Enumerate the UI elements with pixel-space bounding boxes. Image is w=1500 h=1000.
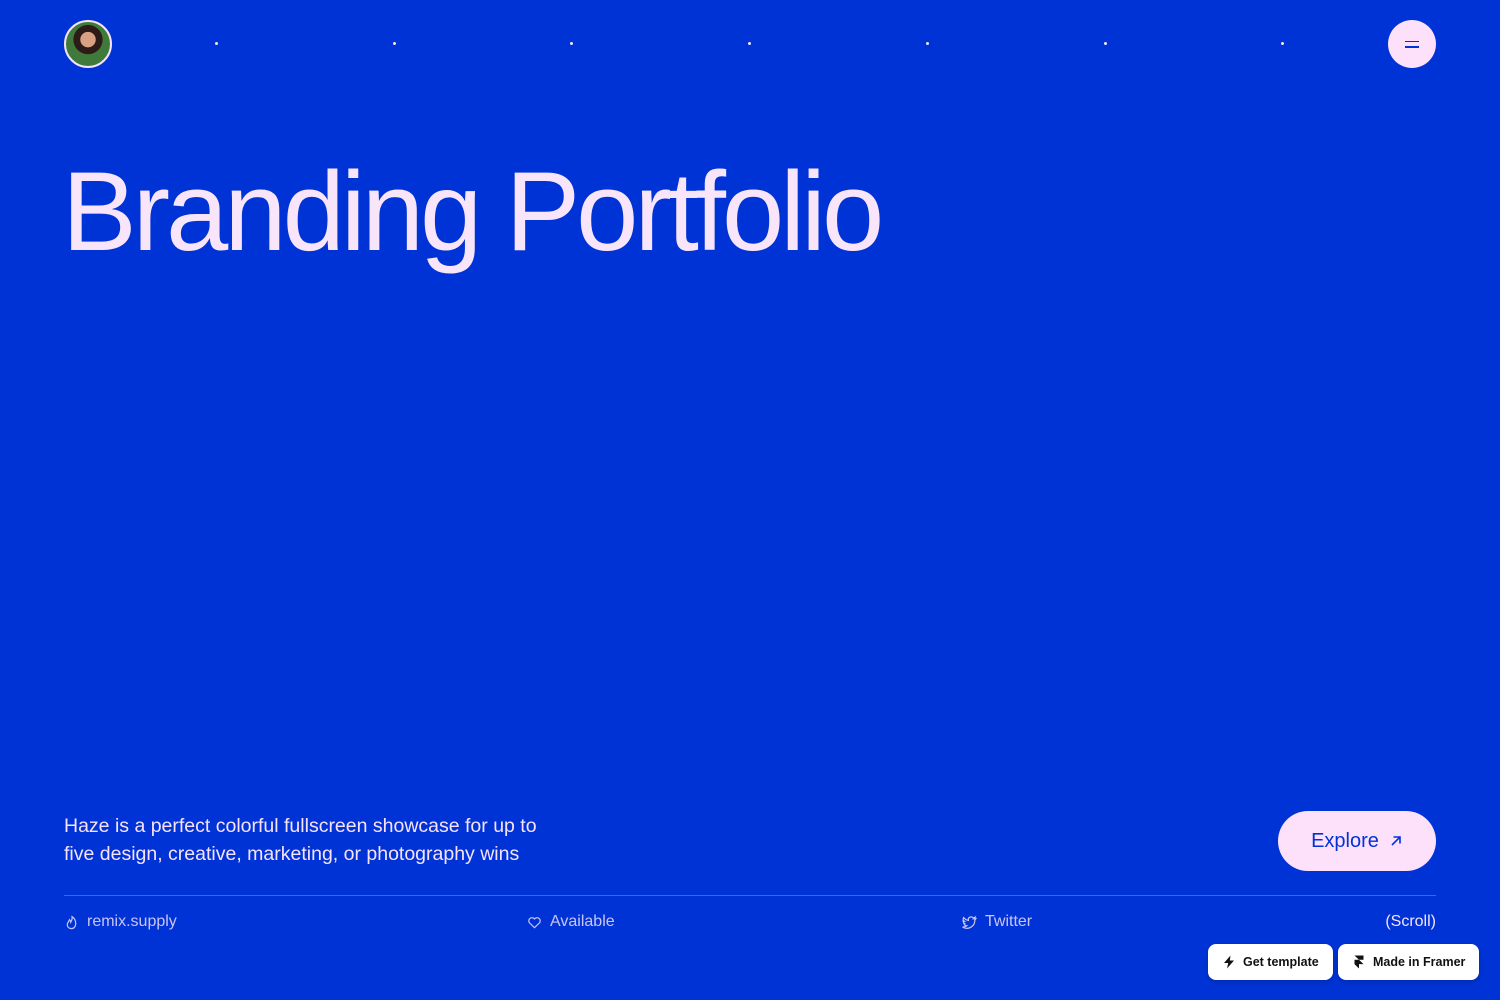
explore-button[interactable]: Explore [1278,811,1436,871]
twitter-link[interactable]: Twitter [962,913,1032,931]
arrow-up-right-icon [1391,836,1401,846]
tagline-line-1: Haze is a perfect colorful fullscreen sh… [64,815,537,837]
flame-icon [66,914,77,929]
scroll-indicator: (Scroll) [1385,913,1436,931]
get-template-label: Get template [1243,955,1319,969]
hamburger-icon [1405,40,1419,42]
remix-supply-link[interactable]: remix.supply [64,913,177,931]
explore-label: Explore [1311,829,1379,852]
nav-dot [1104,42,1107,45]
menu-button[interactable] [1388,20,1436,68]
framer-icon [1354,955,1364,969]
nav-dot [570,42,573,45]
bolt-icon [1224,955,1234,969]
nav-dot [215,42,218,45]
remix-supply-label: remix.supply [87,913,177,930]
page-title: Branding Portfolio [62,149,884,274]
available-label: Available [550,913,615,930]
page: Branding Portfolio Haze is a perfect col… [0,0,1500,1000]
twitter-icon [962,915,977,929]
nav-dot [393,42,396,45]
divider [64,895,1436,896]
heart-icon [528,916,541,929]
twitter-label: Twitter [985,913,1033,930]
made-in-framer-button[interactable]: Made in Framer [1338,944,1480,980]
hamburger-icon-line [1405,46,1419,48]
get-template-button[interactable]: Get template [1208,944,1333,980]
available-link[interactable]: Available [527,913,615,931]
nav-dot [748,42,751,45]
nav-dot [926,42,929,45]
tagline-line-2: five design, creative, marketing, or pho… [64,843,520,865]
made-in-framer-label: Made in Framer [1373,955,1466,969]
tagline: Haze is a perfect colorful fullscreen sh… [64,812,584,868]
scroll-label: (Scroll) [1385,913,1436,930]
nav-dot [1281,42,1284,45]
avatar[interactable] [64,20,112,68]
